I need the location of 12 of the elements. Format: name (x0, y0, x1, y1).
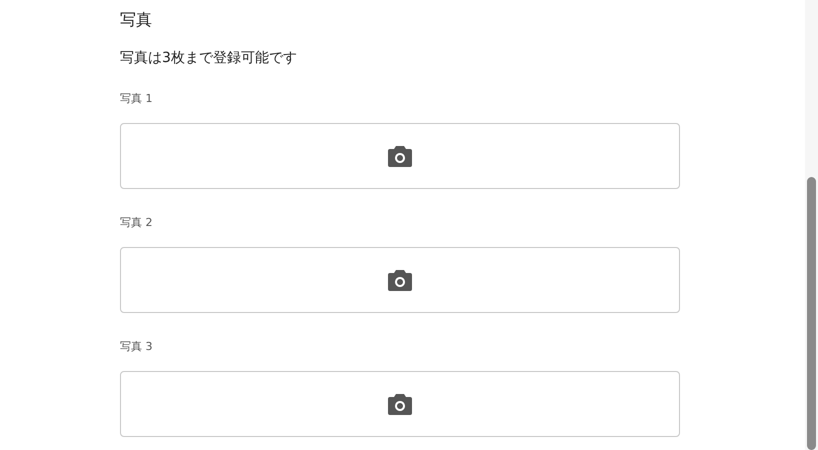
photo-label: 写真 1 (120, 92, 154, 106)
camera-icon (388, 270, 412, 290)
camera-icon (388, 146, 412, 166)
section-title: 写真 (120, 10, 153, 30)
photo-upload-button[interactable] (120, 123, 680, 189)
section-description: 写真は3枚まで登録可能です (120, 49, 298, 68)
scrollbar-thumb[interactable] (807, 177, 816, 450)
photo-upload-button[interactable] (120, 371, 680, 437)
camera-icon (388, 394, 412, 414)
photo-label: 写真 3 (120, 340, 154, 354)
photo-label: 写真 2 (120, 216, 154, 230)
photo-upload-button[interactable] (120, 247, 680, 313)
